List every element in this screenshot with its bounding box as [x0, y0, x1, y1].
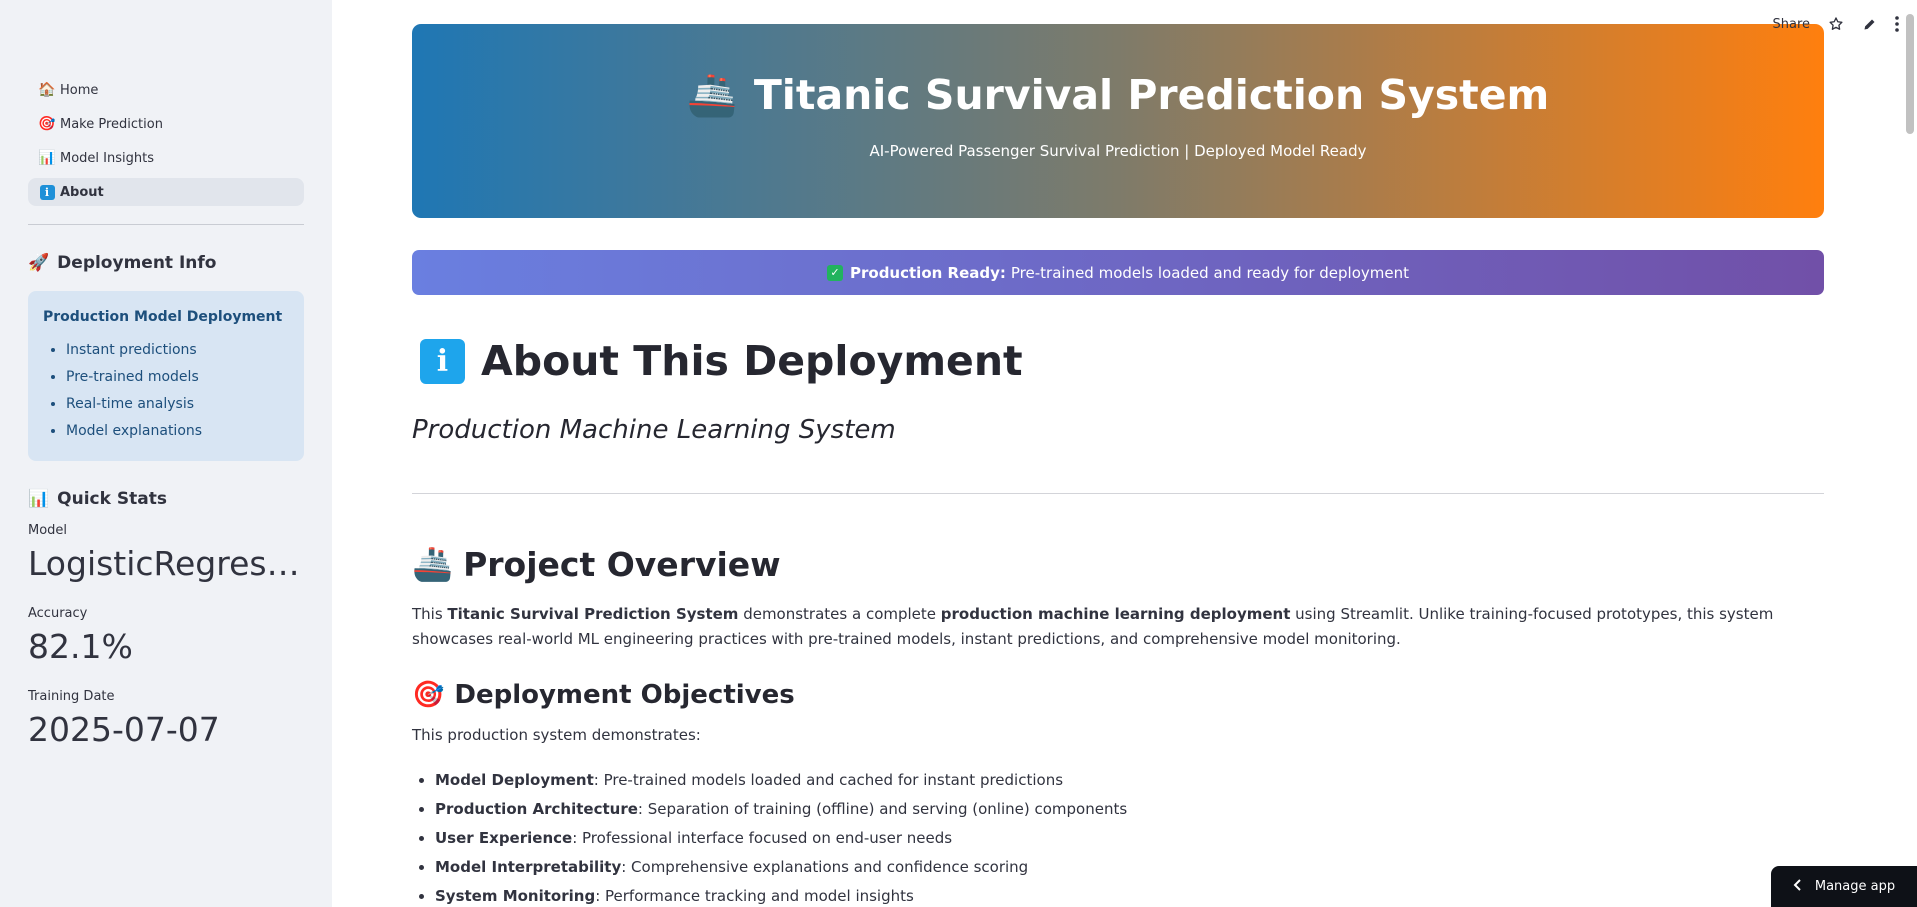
section-heading-overview: 🚢 Project Overview: [412, 544, 1824, 584]
hero-title-text: Titanic Survival Prediction System: [753, 71, 1550, 119]
item-bold: Production Architecture: [435, 800, 638, 818]
nav-label-home: Home: [60, 82, 99, 98]
main-content: 🚢 Titanic Survival Prediction System AI-…: [412, 24, 1824, 907]
item-bold: Model Interpretability: [435, 858, 622, 876]
ship-icon: 🚢: [412, 544, 454, 583]
overview-paragraph: This Titanic Survival Prediction System …: [412, 602, 1824, 652]
hero-title: 🚢 Titanic Survival Prediction System: [687, 71, 1549, 120]
text-run-bold: production machine learning deployment: [940, 605, 1291, 623]
manage-app-label: Manage app: [1814, 879, 1896, 894]
list-item: User Experience: Professional interface …: [435, 824, 1824, 853]
text-run: demonstrates a complete: [738, 605, 941, 623]
info-glyph: i: [39, 184, 55, 200]
objectives-list: Model Deployment: Pre-trained models loa…: [412, 766, 1824, 907]
metric-value: LogisticRegression: [28, 544, 300, 583]
quick-stats-heading: 📊 Quick Stats: [28, 489, 304, 509]
ship-icon: 🚢: [686, 70, 738, 119]
more-menu-icon[interactable]: [1895, 16, 1899, 32]
deployment-info-box: Production Model Deployment Instant pred…: [28, 291, 304, 461]
sidebar-divider: [28, 224, 304, 225]
metric-accuracy: Accuracy 82.1%: [28, 606, 304, 667]
list-item: Model Deployment: Pre-trained models loa…: [435, 766, 1824, 795]
list-item: System Monitoring: Performance tracking …: [435, 882, 1824, 907]
banner-bold: Production Ready:: [850, 263, 1006, 282]
list-item: Model Interpretability: Comprehensive ex…: [435, 853, 1824, 882]
metric-label: Accuracy: [28, 606, 88, 621]
manage-app-button[interactable]: Manage app: [1771, 866, 1917, 907]
banner-text: Pre-trained models loaded and ready for …: [1010, 263, 1409, 282]
info-icon: i: [420, 338, 465, 384]
text-run-bold: Titanic Survival Prediction System: [447, 605, 739, 623]
deployment-info-heading: 🚀 Deployment Info: [28, 253, 304, 273]
check-icon: ✓: [827, 264, 843, 281]
metric-label: Model: [28, 523, 68, 538]
list-item: Instant predictions: [66, 337, 289, 364]
page-subtitle: Production Machine Learning System: [412, 415, 896, 445]
item-text: : Professional interface focused on end-…: [572, 829, 953, 847]
status-banner: ✓ Production Ready: Pre-trained models l…: [412, 250, 1824, 295]
nav-item-home[interactable]: 🏠 Home: [28, 76, 304, 104]
star-icon[interactable]: [1828, 16, 1844, 32]
hero-subtitle: AI-Powered Passenger Survival Prediction…: [869, 141, 1367, 160]
chevron-left-icon: [1793, 878, 1801, 895]
bar-chart-icon: 📊: [28, 489, 50, 509]
item-bold: System Monitoring: [435, 887, 596, 905]
item-bold: Model Deployment: [435, 771, 594, 789]
content-divider: [412, 493, 1824, 494]
list-item: Production Architecture: Separation of t…: [435, 795, 1824, 824]
share-button[interactable]: Share: [1772, 17, 1810, 32]
item-text: : Pre-trained models loaded and cached f…: [593, 771, 1064, 789]
sidebar-nav: 🏠 Home 🎯 Make Prediction 📊 Model Insight…: [28, 76, 304, 206]
metric-value: 2025-07-07: [28, 710, 220, 749]
nav-item-make-prediction[interactable]: 🎯 Make Prediction: [28, 110, 304, 138]
section-heading-text: Project Overview: [463, 544, 781, 584]
page-title-text: About This Deployment: [481, 337, 1023, 385]
deployment-box-title: Production Model Deployment: [43, 309, 283, 325]
app-toolbar: Share: [1772, 16, 1899, 32]
list-item: Real-time analysis: [66, 391, 289, 418]
objectives-intro: This production system demonstrates:: [412, 726, 701, 744]
nav-label-model-insights: Model Insights: [60, 150, 154, 166]
deployment-info-title: Deployment Info: [57, 253, 217, 273]
item-bold: User Experience: [435, 829, 573, 847]
target-icon: 🎯: [412, 680, 445, 710]
quick-stats-title: Quick Stats: [57, 489, 167, 509]
item-text: : Comprehensive explanations and confide…: [621, 858, 1029, 876]
page-title: i About This Deployment: [412, 337, 1824, 385]
metric-label: Training Date: [28, 689, 115, 704]
section-heading-text: Deployment Objectives: [454, 680, 795, 710]
scrollbar[interactable]: [1903, 0, 1917, 907]
section-heading-objectives: 🎯 Deployment Objectives: [412, 680, 1824, 710]
list-item: Pre-trained models: [66, 364, 289, 391]
text-run: This: [412, 605, 448, 623]
info-icon: i: [38, 184, 56, 200]
target-icon: 🎯: [38, 116, 56, 132]
home-icon: 🏠: [38, 82, 56, 98]
nav-label-about: About: [60, 184, 104, 200]
list-item: Model explanations: [66, 418, 289, 445]
edit-icon[interactable]: [1862, 17, 1877, 32]
metric-training-date: Training Date 2025-07-07: [28, 689, 304, 750]
rocket-icon: 🚀: [28, 253, 50, 273]
metric-model: Model LogisticRegression: [28, 523, 304, 584]
nav-label-make-prediction: Make Prediction: [60, 116, 163, 132]
nav-item-about[interactable]: i About: [28, 178, 304, 206]
scrollbar-thumb[interactable]: [1906, 14, 1914, 134]
sidebar: 🏠 Home 🎯 Make Prediction 📊 Model Insight…: [0, 0, 332, 907]
item-text: : Separation of training (offline) and s…: [637, 800, 1128, 818]
item-text: : Performance tracking and model insight…: [595, 887, 914, 905]
deployment-feature-list: Instant predictions Pre-trained models R…: [43, 337, 289, 445]
bar-chart-icon: 📊: [38, 150, 56, 166]
metric-value: 82.1%: [28, 627, 133, 666]
hero-header: 🚢 Titanic Survival Prediction System AI-…: [412, 24, 1824, 218]
nav-item-model-insights[interactable]: 📊 Model Insights: [28, 144, 304, 172]
